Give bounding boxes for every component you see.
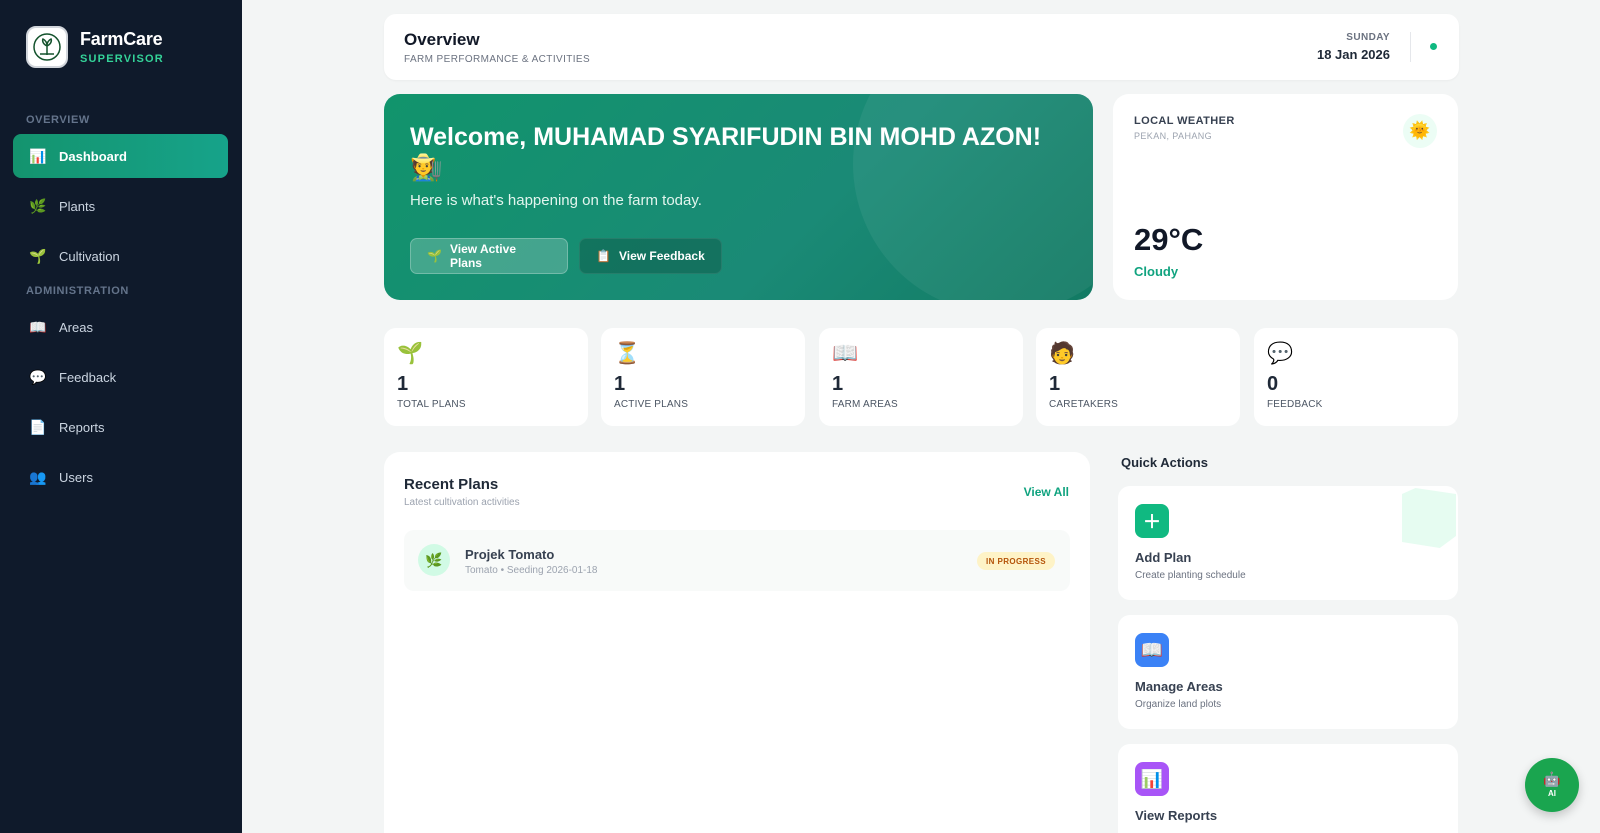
stat-label: TOTAL PLANS [397, 399, 466, 410]
page-subtitle: FARM PERFORMANCE & ACTIVITIES [404, 54, 591, 65]
sidebar-item-label: Cultivation [59, 248, 120, 264]
plus-icon: ＋ [1135, 504, 1169, 538]
online-status-dot [1430, 43, 1437, 50]
button-label: View Feedback [618, 249, 705, 263]
brand[interactable]: FarmCare SUPERVISOR [26, 26, 164, 68]
weather-condition: Cloudy [1134, 264, 1179, 279]
farmcare-logo-icon [26, 26, 68, 68]
quick-action-manage-areas[interactable]: 📖 Manage Areas Organize land plots [1118, 615, 1458, 729]
page-title: Overview [404, 30, 480, 49]
status-badge: IN PROGRESS [977, 552, 1055, 570]
stat-label: ACTIVE PLANS [614, 399, 689, 410]
stat-label: CARETAKERS [1049, 399, 1119, 410]
weather-card: LOCAL WEATHER PEKAN, PAHANG 🌞 29°C Cloud… [1113, 94, 1458, 300]
sidebar-item-dashboard[interactable]: 📊 Dashboard [13, 134, 228, 178]
seedling-icon: 🌱 [29, 247, 47, 264]
sidebar-item-feedback[interactable]: 💬 Feedback [13, 355, 228, 399]
sidebar-item-label: Users [59, 469, 93, 485]
button-label: View Active Plans [449, 242, 516, 270]
map-icon: 📖 [29, 318, 47, 335]
sidebar-item-plants[interactable]: 🌿 Plants [13, 184, 228, 228]
quick-action-name: Add Plan [1135, 550, 1192, 565]
speech-bubble-icon: 💬 [1267, 342, 1294, 365]
stat-label: FEEDBACK [1267, 399, 1323, 410]
section-label-overview: OVERVIEW [26, 114, 90, 126]
seedling-icon: 🌱 [397, 342, 424, 365]
clipboard-icon: 📋 [596, 249, 611, 263]
sidebar-item-label: Areas [59, 319, 93, 335]
map-icon: 📖 [832, 342, 859, 365]
quick-action-desc: Organize land plots [1135, 699, 1222, 710]
ai-assistant-button[interactable]: 🤖 AI [1525, 758, 1579, 812]
day-label: SUNDAY [1346, 32, 1390, 43]
quick-action-name: Manage Areas [1135, 679, 1223, 694]
weather-title: LOCAL WEATHER [1134, 115, 1235, 127]
sidebar-item-label: Feedback [59, 369, 117, 385]
herb-icon: 🌿 [29, 197, 47, 214]
stat-value: 0 [1267, 373, 1279, 395]
map-icon: 📖 [1135, 633, 1169, 667]
recent-plans-subtitle: Latest cultivation activities [404, 497, 520, 508]
plan-name: Projek Tomato [465, 547, 555, 562]
top-header: Overview FARM PERFORMANCE & ACTIVITIES S… [384, 14, 1459, 80]
quick-action-desc: Create planting schedule [1135, 570, 1246, 581]
sidebar-item-label: Reports [59, 419, 105, 435]
decorative-shape [1402, 488, 1456, 548]
recent-plans-panel: Recent Plans Latest cultivation activiti… [384, 452, 1090, 833]
weather-location: PEKAN, PAHANG [1134, 131, 1213, 141]
brand-role: SUPERVISOR [80, 53, 164, 65]
person-icon: 🧑 [1049, 342, 1076, 365]
view-feedback-button[interactable]: 📋 View Feedback [579, 238, 722, 274]
ai-label: AI [1548, 789, 1556, 798]
bar-chart-icon: 📊 [29, 147, 47, 164]
view-active-plans-button[interactable]: 🌱 View Active Plans [410, 238, 568, 274]
sidebar-item-cultivation[interactable]: 🌱 Cultivation [13, 234, 228, 278]
stat-value: 1 [397, 373, 409, 395]
sidebar-item-users[interactable]: 👥 Users [13, 455, 228, 499]
speech-bubble-icon: 💬 [29, 368, 47, 385]
robot-icon: 🤖 [1543, 771, 1561, 787]
welcome-banner: Welcome, MUHAMAD SYARIFUDIN BIN MOHD AZO… [384, 94, 1093, 300]
welcome-subtitle: Here is what's happening on the farm tod… [410, 192, 702, 209]
header-divider [1410, 32, 1411, 62]
quick-action-add-plan[interactable]: ＋ Add Plan Create planting schedule [1118, 486, 1458, 600]
quick-action-name: View Reports [1135, 808, 1218, 823]
stat-card-active-plans[interactable]: ⏳ 1 ACTIVE PLANS [601, 328, 805, 426]
stat-label: FARM AREAS [832, 399, 898, 410]
sun-icon: 🌞 [1403, 114, 1437, 148]
sidebar-item-label: Dashboard [59, 148, 127, 164]
users-icon: 👥 [29, 468, 47, 485]
brand-name: FarmCare [80, 29, 163, 49]
date-label: 18 Jan 2026 [1316, 47, 1390, 62]
sidebar-item-reports[interactable]: 📄 Reports [13, 405, 228, 449]
plant-icon: 🌿 [418, 544, 450, 576]
stat-value: 1 [832, 373, 844, 395]
weather-temperature: 29°C [1134, 222, 1204, 257]
stat-value: 1 [1049, 373, 1061, 395]
seedling-icon: 🌱 [427, 249, 442, 263]
stat-card-farm-areas[interactable]: 📖 1 FARM AREAS [819, 328, 1023, 426]
bar-chart-icon: 📊 [1135, 762, 1169, 796]
sidebar-item-areas[interactable]: 📖 Areas [13, 305, 228, 349]
stat-value: 1 [614, 373, 626, 395]
welcome-title: Welcome, MUHAMAD SYARIFUDIN BIN MOHD AZO… [410, 123, 1042, 151]
plan-meta: Tomato • Seeding 2026-01-18 [465, 565, 598, 576]
sidebar: FarmCare SUPERVISOR OVERVIEW 📊 Dashboard… [0, 0, 242, 833]
document-icon: 📄 [29, 418, 47, 435]
list-item[interactable]: 🌿 Projek Tomato Tomato • Seeding 2026-01… [404, 530, 1070, 591]
stat-card-caretakers[interactable]: 🧑 1 CARETAKERS [1036, 328, 1240, 426]
sidebar-item-label: Plants [59, 198, 96, 214]
farmer-icon: 🧑‍🌾 [410, 152, 443, 182]
quick-actions-title: Quick Actions [1121, 455, 1208, 470]
quick-action-view-reports[interactable]: 📊 View Reports [1118, 744, 1458, 833]
view-all-link[interactable]: View All [1024, 485, 1069, 499]
stat-card-feedback[interactable]: 💬 0 FEEDBACK [1254, 328, 1458, 426]
stat-card-total-plans[interactable]: 🌱 1 TOTAL PLANS [384, 328, 588, 426]
recent-plans-title: Recent Plans [404, 476, 499, 493]
hourglass-icon: ⏳ [614, 342, 641, 365]
section-label-administration: ADMINISTRATION [26, 285, 129, 297]
